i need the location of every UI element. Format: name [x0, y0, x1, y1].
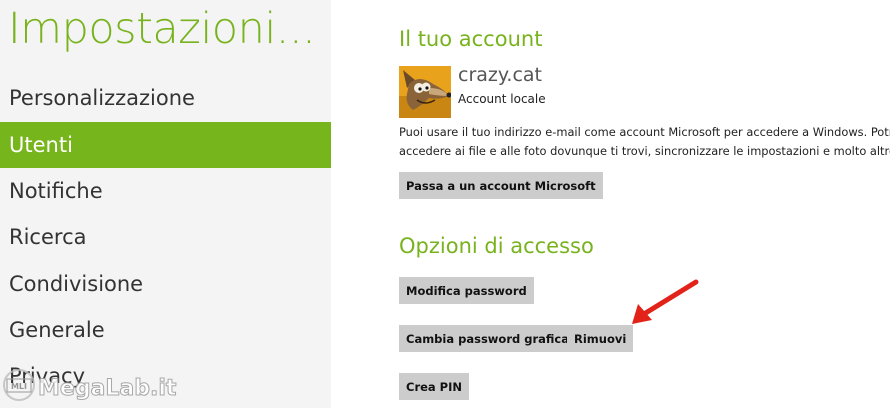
settings-main-panel: Il tuo account crazy.cat Account locale … — [331, 0, 890, 408]
account-description-line: accedere ai file e alle foto dovunque ti… — [399, 144, 890, 158]
sidebar-item-generale[interactable]: Generale — [0, 307, 331, 353]
sidebar-item-condivisione[interactable]: Condivisione — [0, 261, 331, 307]
switch-to-microsoft-account-button[interactable]: Passa a un account Microsoft — [399, 172, 603, 199]
account-description-line: Puoi usare il tuo indirizzo e-mail come … — [399, 125, 890, 139]
sidebar-item-personalizzazione[interactable]: Personalizzazione — [0, 75, 331, 121]
account-name: crazy.cat — [458, 64, 542, 86]
account-section-title: Il tuo account — [399, 27, 543, 51]
megalab-watermark-logo: MLI MegaLab.it — [3, 369, 177, 402]
change-password-button[interactable]: Modifica password — [399, 277, 534, 304]
settings-sidebar: Impostazioni... Personalizzazione Utenti… — [0, 0, 331, 408]
sidebar-item-notifiche[interactable]: Notifiche — [0, 168, 331, 214]
change-picture-password-button[interactable]: Cambia password grafica — [399, 325, 576, 352]
watermark-badge-text: MLI — [11, 382, 27, 391]
access-options-section-title: Opzioni di accesso — [399, 234, 594, 258]
account-description: Puoi usare il tuo indirizzo e-mail come … — [399, 123, 890, 161]
coyote-avatar-icon[interactable] — [399, 66, 451, 118]
account-type: Account locale — [458, 92, 546, 106]
sidebar-item-ricerca[interactable]: Ricerca — [0, 214, 331, 260]
sidebar-item-utenti[interactable]: Utenti — [0, 122, 331, 168]
settings-title: Impostazioni... — [8, 4, 316, 54]
create-pin-button[interactable]: Crea PIN — [399, 373, 470, 400]
red-arrow-annotation — [632, 279, 699, 324]
watermark-text: MegaLab.it — [38, 376, 177, 401]
